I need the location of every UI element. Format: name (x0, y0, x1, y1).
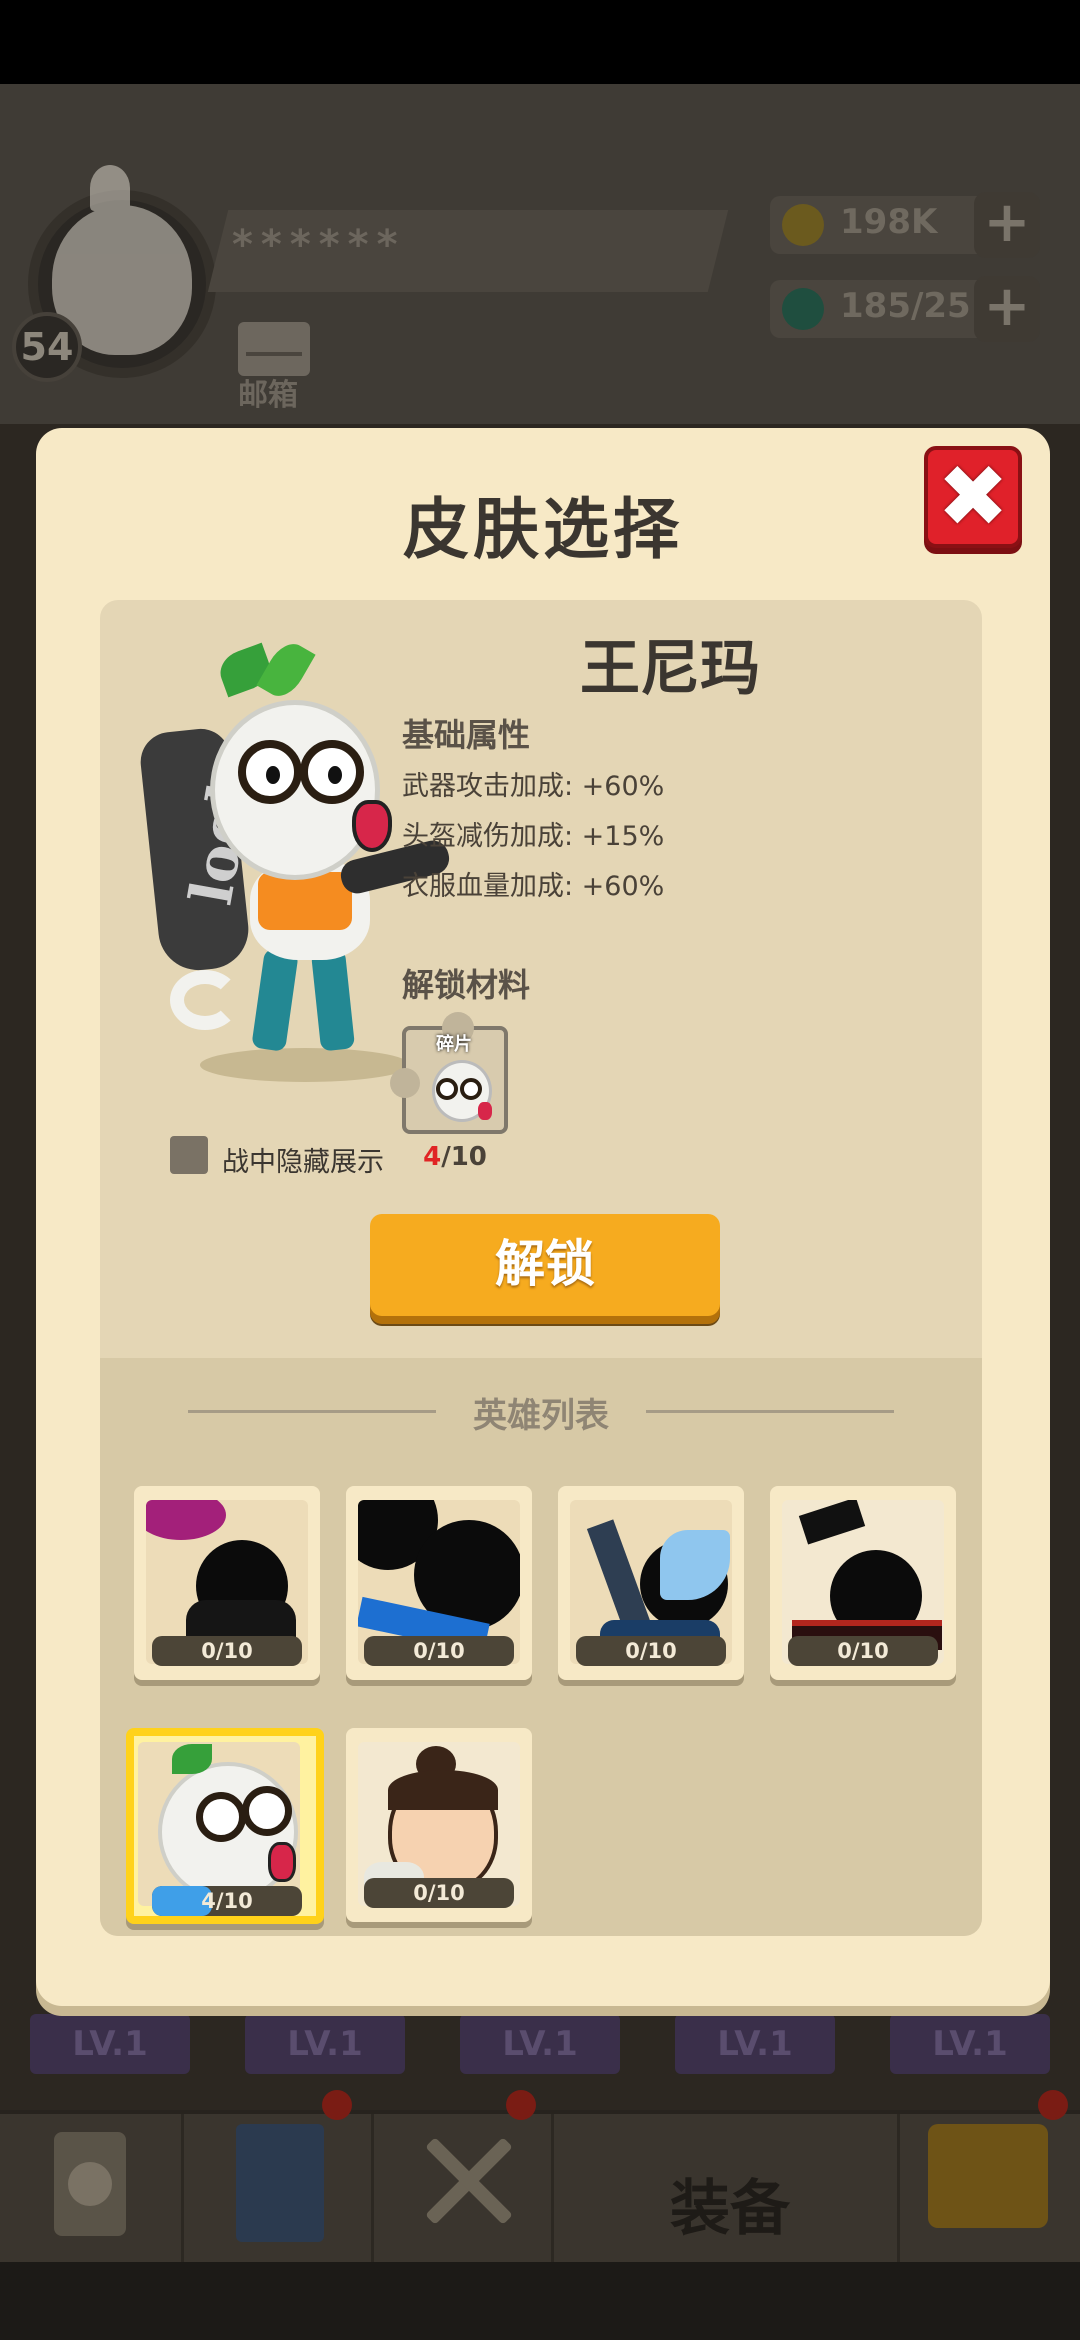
character-eye (238, 740, 302, 804)
fragment-eye (436, 1078, 458, 1100)
character-shadow (200, 1048, 410, 1082)
close-icon: ✖ (936, 447, 1010, 547)
hero-card[interactable]: 0/10 (346, 1486, 532, 1680)
equip-slot[interactable]: LV.1 (675, 2014, 835, 2074)
character-eye (300, 740, 364, 804)
equip-slot[interactable]: LV.1 (890, 2014, 1050, 2074)
fragment-need: /10 (441, 1142, 487, 1172)
gem-value: 185/25 (840, 286, 971, 326)
add-gems-button[interactable]: + (974, 276, 1040, 342)
attribute-armor: 衣服血量加成: +60% (402, 871, 665, 902)
hero-card[interactable]: 0/10 (770, 1486, 956, 1680)
hide-in-battle-label: 战中隐藏展示 (222, 1147, 384, 1178)
dialog-title: 皮肤选择 (403, 491, 683, 568)
task-scroll-icon (54, 2132, 126, 2236)
mail-label: 邮箱 (238, 378, 298, 413)
unlock-material-title: 解锁材料 (402, 966, 531, 1004)
character-mouth (352, 800, 392, 852)
character-shirt (258, 872, 352, 930)
hero-fragment-count: 0/10 (364, 1636, 514, 1666)
fragment-mouth (478, 1102, 492, 1120)
hero-fragment-count: 0/10 (576, 1636, 726, 1666)
system-nav-area (0, 2262, 1080, 2340)
hero-name: 王尼玛 (580, 634, 760, 704)
equip-slot[interactable]: LV.1 (30, 2014, 190, 2074)
divider (646, 1410, 894, 1413)
character-tail (170, 970, 240, 1030)
notification-dot (506, 2090, 536, 2120)
wangnima-portrait-icon (138, 1742, 300, 1906)
hero-fragment-count: 0/10 (788, 1636, 938, 1666)
puzzle-knob (390, 1068, 420, 1098)
skin-detail-panel: lool 王尼玛 基础属性 武器攻击加成: +60% 头盔减伤加成: +15% … (100, 600, 982, 1936)
add-coins-button[interactable]: + (974, 192, 1040, 258)
player-name: ****** (232, 222, 406, 268)
notification-dot (322, 2090, 352, 2120)
nav-equip-label: 装备 (670, 2174, 790, 2244)
hero-fragment-count: 0/10 (152, 1636, 302, 1666)
fragment-eye (460, 1078, 482, 1100)
notification-dot (1038, 2090, 1068, 2120)
mail-icon[interactable] (238, 322, 310, 376)
shop-icon (928, 2124, 1048, 2228)
character-leg (251, 948, 299, 1052)
close-button[interactable]: ✖ (924, 446, 1022, 548)
coin-value: 198K (840, 202, 938, 242)
hero-card[interactable]: 0/10 (346, 1728, 532, 1922)
fragment-label: 碎片 (436, 1034, 472, 1055)
gem-icon (782, 288, 824, 330)
skin-fragment-item[interactable]: 碎片 (390, 1012, 508, 1134)
coin-counter: 198K + (770, 192, 1040, 258)
equip-slot[interactable]: LV.1 (245, 2014, 405, 2074)
fragment-have: 4 (423, 1142, 442, 1172)
hero-fragment-count: 4/10 (152, 1886, 302, 1916)
leaf-icon (256, 636, 316, 704)
hero-card-selected[interactable]: 4/10 (126, 1728, 324, 1924)
hero-character-art: lool (137, 636, 460, 1082)
hero-list-section: 英雄列表 0/10 0/10 0/10 0/10 4/10 0/10 (100, 1358, 982, 1936)
character-leg (310, 948, 356, 1052)
unlock-button[interactable]: 解锁 (370, 1214, 720, 1316)
hero-card[interactable]: 0/10 (134, 1486, 320, 1680)
fragment-count: 4/10 (402, 1142, 508, 1172)
status-bar (0, 0, 1080, 84)
attribute-weapon: 武器攻击加成: +60% (402, 771, 665, 802)
hero-fragment-count: 0/10 (364, 1878, 514, 1908)
hide-in-battle-checkbox[interactable] (170, 1136, 208, 1174)
unlock-button-label: 解锁 (495, 1235, 595, 1293)
gem-counter: 185/25 + (770, 276, 1040, 342)
player-level-badge: 54 (12, 312, 82, 382)
base-attributes-title: 基础属性 (402, 716, 531, 754)
crossed-swords-icon (418, 2130, 518, 2230)
skin-select-dialog: 皮肤选择 ✖ lool 王尼玛 基础属性 武器攻击加成: +60% 头盔减伤加成… (36, 428, 1050, 2006)
training-book-icon (236, 2124, 324, 2242)
equip-slot[interactable]: LV.1 (460, 2014, 620, 2074)
attribute-helmet: 头盔减伤加成: +15% (402, 821, 665, 852)
hero-card[interactable]: 0/10 (558, 1486, 744, 1680)
coin-icon (782, 204, 824, 246)
